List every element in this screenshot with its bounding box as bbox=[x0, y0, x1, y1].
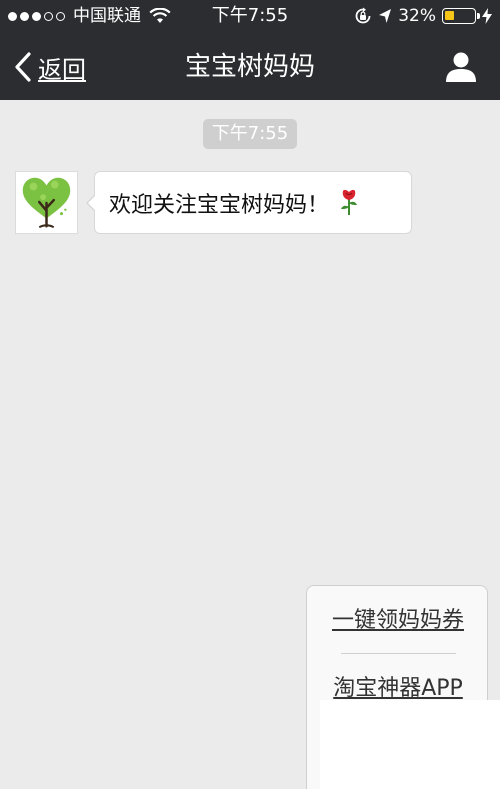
heart-tree-icon bbox=[22, 177, 71, 229]
rotation-lock-icon bbox=[355, 7, 371, 24]
page-title: 宝宝树妈妈 bbox=[184, 52, 315, 82]
battery-icon bbox=[442, 8, 480, 24]
charging-bolt-icon bbox=[482, 8, 492, 24]
message-text: 欢迎关注宝宝树妈妈！ bbox=[109, 188, 359, 221]
menu-divider bbox=[341, 653, 456, 654]
avatar[interactable] bbox=[15, 171, 78, 234]
message-bubble: 欢迎关注宝宝树妈妈！ bbox=[86, 171, 412, 234]
blank-area bbox=[320, 700, 500, 789]
rose-icon bbox=[341, 189, 358, 215]
battery-level-fill bbox=[445, 11, 454, 20]
status-right: 32% bbox=[354, 6, 492, 26]
battery-cap bbox=[477, 13, 480, 19]
navigation-bar: 返回 宝宝树妈妈 bbox=[0, 33, 500, 100]
location-arrow-icon bbox=[379, 9, 392, 23]
person-icon[interactable] bbox=[444, 50, 478, 84]
status-bar: 中国联通 下午7:55 32% bbox=[0, 0, 500, 33]
message-content: 欢迎关注宝宝树妈妈！ bbox=[109, 193, 330, 218]
battery-percentage: 32% bbox=[398, 6, 436, 26]
menu-item-coupon[interactable]: 一键领妈妈券 bbox=[307, 606, 489, 636]
chat-timestamp: 下午7:55 bbox=[203, 119, 297, 149]
